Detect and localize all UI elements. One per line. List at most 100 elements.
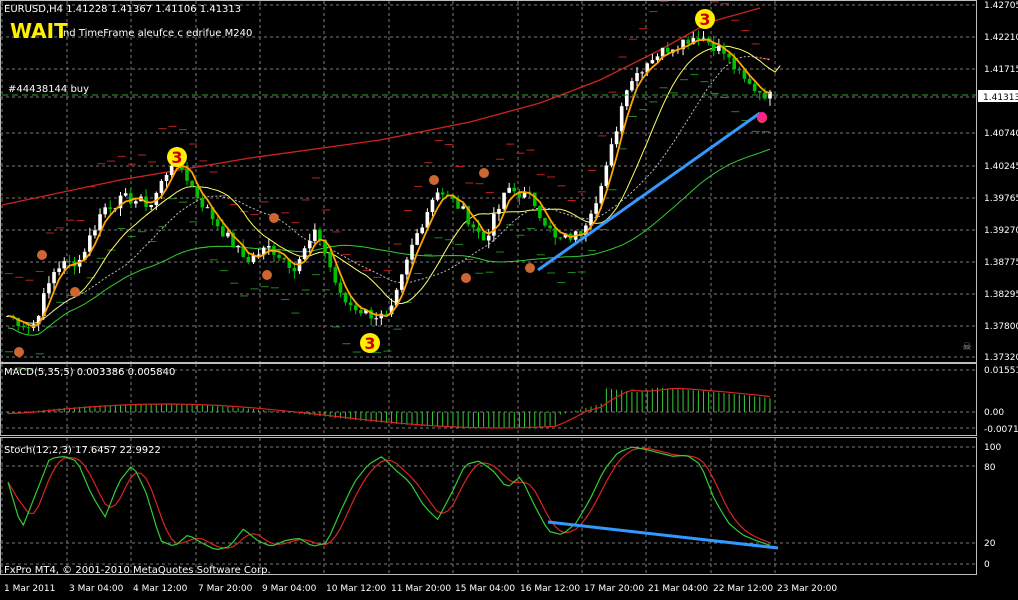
time-tick: 22 Mar 12:00 <box>713 584 773 594</box>
price-pane[interactable] <box>0 0 977 363</box>
candle-body <box>614 131 619 145</box>
stoch-pane[interactable] <box>0 437 977 575</box>
candle-body <box>57 268 61 273</box>
chart-canvas[interactable]: 3 3 3 EURUSD,H4 1.41228 1.41367 1.41106 … <box>0 0 1018 596</box>
time-tick: 23 Mar 20:00 <box>777 584 837 594</box>
price-tick: 1.41715 <box>984 65 1018 75</box>
candle-body <box>169 165 174 176</box>
candle-body <box>246 257 251 263</box>
stoch-axis-80: 80 <box>984 463 996 473</box>
candle-body <box>440 192 445 195</box>
time-tick: 1 Mar 2011 <box>4 584 55 594</box>
candle-body <box>348 302 353 306</box>
copyright-text: FxPro MT4, © 2001-2010 MetaQuotes Softwa… <box>4 565 271 576</box>
candle-body <box>164 175 169 181</box>
candle-body <box>267 245 271 248</box>
price-tick: 1.40245 <box>984 162 1018 172</box>
price-tick: 1.38775 <box>984 258 1018 268</box>
candle-body <box>195 186 200 198</box>
time-tick: 21 Mar 04:00 <box>648 584 708 594</box>
fractal-marker <box>525 263 535 273</box>
candle-body <box>630 81 634 91</box>
candle-body <box>420 227 425 234</box>
candle-body <box>399 274 404 290</box>
signal-dot <box>757 112 767 122</box>
price-tick: 1.39270 <box>984 226 1018 236</box>
candle-body <box>686 39 690 44</box>
candle-body <box>47 283 51 294</box>
candle-body <box>486 235 491 241</box>
candle-body <box>543 218 547 226</box>
candle-body <box>292 267 297 272</box>
price-grid <box>0 1 976 362</box>
candle-body <box>471 224 476 228</box>
price-tick: 1.38295 <box>984 290 1018 300</box>
candle-body <box>220 226 225 237</box>
candle-body <box>226 232 230 237</box>
candle-body <box>650 60 655 64</box>
candle-body <box>134 201 138 204</box>
price-tick: 1.42705 <box>984 1 1018 11</box>
candle-body <box>67 261 72 263</box>
candle-body <box>548 225 552 229</box>
candle-body <box>655 56 660 61</box>
candle-body <box>625 90 629 107</box>
candle-body <box>609 144 614 166</box>
candle-body <box>435 192 440 200</box>
fractal-marker <box>479 168 489 178</box>
current-price-label: 1.41313 <box>983 93 1018 103</box>
candle-body <box>215 219 220 227</box>
time-tick: 3 Mar 04:00 <box>69 584 124 594</box>
stoch-label: Stoch(12,2,3) 17.6457 22.9922 <box>4 445 161 456</box>
macd-axis-zero: 0.00 <box>984 408 1004 418</box>
stoch-axis-0: 0 <box>984 560 990 570</box>
price-tick: 1.37800 <box>984 322 1018 332</box>
time-tick: 15 Mar 04:00 <box>455 584 515 594</box>
candle-body <box>333 267 338 283</box>
fractal-marker <box>269 213 279 223</box>
candle-body <box>481 231 486 241</box>
candle-body <box>660 47 665 57</box>
stoch-axis-100: 100 <box>984 443 1001 453</box>
candle-body <box>538 206 542 219</box>
price-tick: 1.39765 <box>984 194 1018 204</box>
candle-body <box>415 233 419 245</box>
candle-body <box>318 229 322 240</box>
time-tick: 9 Mar 04:00 <box>262 584 317 594</box>
candle-body <box>338 282 343 293</box>
candle-body <box>128 193 133 204</box>
candle-body <box>430 199 435 213</box>
time-tick: 7 Mar 20:00 <box>198 584 253 594</box>
trendline-price[interactable] <box>537 111 761 272</box>
candle-body <box>737 69 742 71</box>
candle-body <box>149 204 153 208</box>
candle-body <box>410 244 414 260</box>
chart-window[interactable]: 3 3 3 EURUSD,H4 1.41228 1.41367 1.41106 … <box>0 0 1018 596</box>
fractal-marker <box>70 287 80 297</box>
candle-body <box>302 248 307 260</box>
candle-body <box>374 318 379 320</box>
candle-body <box>93 230 97 236</box>
wave-marker-label: 3 <box>364 334 375 353</box>
candle-body <box>313 229 317 241</box>
macd-label: MACD(5,35,5) 0.003386 0.005840 <box>4 367 175 378</box>
fractal-marker <box>14 347 24 357</box>
candle-body <box>21 325 26 328</box>
candle-body <box>594 203 598 214</box>
candle-body <box>123 193 128 196</box>
fractal-marker <box>461 273 471 283</box>
price-tick: 1.40740 <box>984 129 1018 139</box>
candle-body <box>752 83 757 91</box>
candle-body <box>492 213 496 236</box>
candle-body <box>353 305 358 311</box>
wave-marker-label: 3 <box>171 148 182 167</box>
price-tick: 1.42210 <box>984 33 1018 43</box>
time-tick: 4 Mar 12:00 <box>133 584 188 594</box>
candle-body <box>604 165 609 186</box>
time-tick: 17 Mar 20:00 <box>584 584 644 594</box>
fractal-marker <box>429 175 439 185</box>
candle-body <box>236 245 240 248</box>
candle-body <box>98 214 102 231</box>
candle-body <box>507 187 511 193</box>
wave-marker: 3 <box>695 9 715 29</box>
